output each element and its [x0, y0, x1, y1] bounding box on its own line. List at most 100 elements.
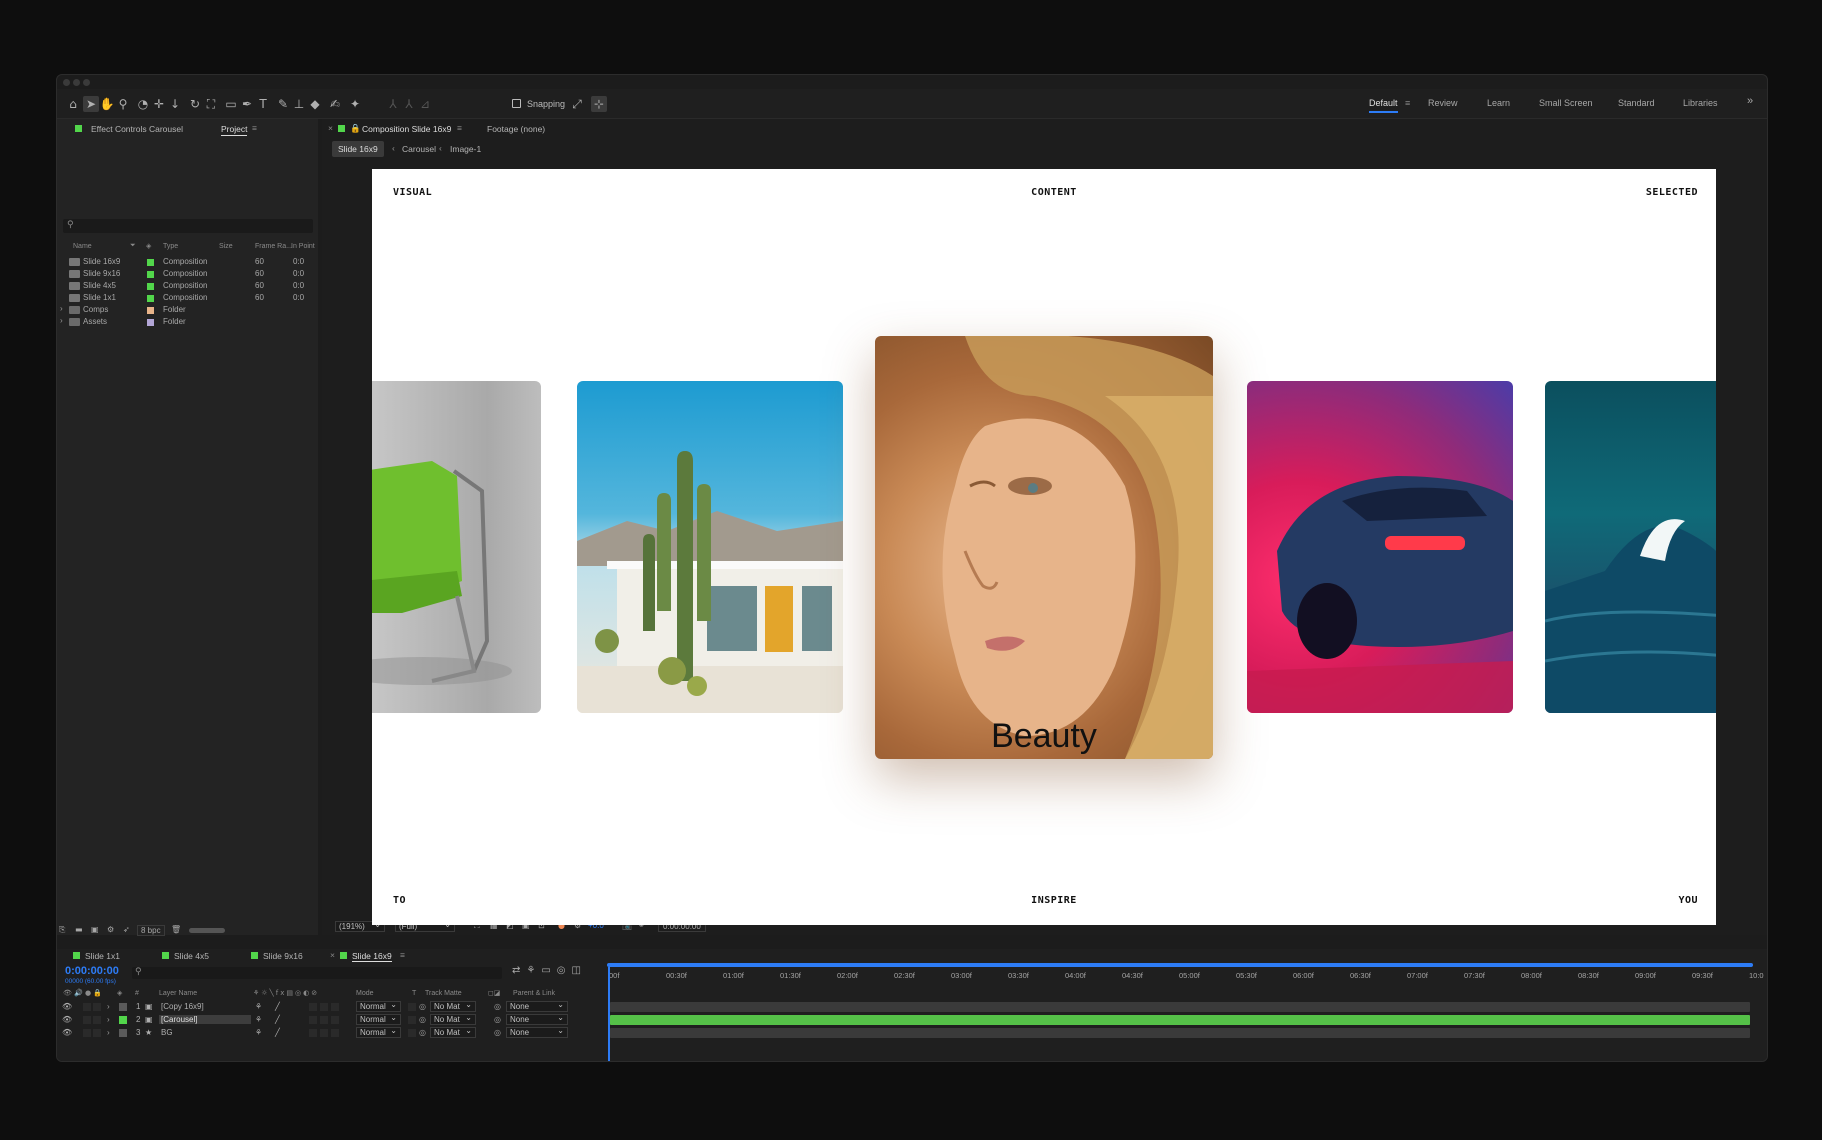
project-item[interactable]: Slide 16x9 Composition 60 0:0: [57, 256, 318, 268]
expand-layer-icon[interactable]: ›: [107, 1002, 110, 1011]
label-color-swatch[interactable]: [147, 319, 154, 326]
lock-icon[interactable]: 🔒: [350, 123, 361, 134]
motion-blur-toggle[interactable]: [309, 1003, 317, 1011]
breadcrumb-slide16x9[interactable]: Slide 16x9: [332, 141, 384, 157]
axis-local-icon[interactable]: ⅄: [385, 96, 401, 112]
carousel-card-cactus[interactable]: [577, 381, 843, 713]
matte-link-icon[interactable]: ◎: [419, 1002, 426, 1011]
bit-depth-button[interactable]: 8 bpc: [137, 925, 165, 936]
effect-controls-tab[interactable]: Effect Controls Carousel: [91, 124, 183, 134]
preserve-transparency-toggle[interactable]: [408, 1003, 416, 1011]
carousel-card-beauty[interactable]: [875, 336, 1213, 759]
adjust-settings-icon[interactable]: ⚙: [107, 925, 114, 934]
snapping-checkbox[interactable]: [512, 99, 521, 108]
thumbnail-size-slider[interactable]: [189, 928, 225, 933]
col-frame-rate[interactable]: Frame Ra...: [255, 243, 292, 250]
layer-name[interactable]: [Copy 16x9]: [159, 1002, 251, 1011]
adjustment-toggle[interactable]: [320, 1029, 328, 1037]
timeline-tab[interactable]: Slide 9x16: [263, 951, 303, 961]
puppet-pin-icon[interactable]: ✦: [347, 96, 363, 112]
carousel-card-wave[interactable]: [1545, 381, 1716, 713]
pan-behind-icon[interactable]: ⛶: [203, 96, 219, 112]
rectangle-tool-icon[interactable]: ▭: [223, 96, 239, 112]
motion-blur-toggle[interactable]: [309, 1029, 317, 1037]
timeline-tab[interactable]: Slide 4x5: [174, 951, 209, 961]
carousel-card-chair[interactable]: [372, 381, 541, 713]
current-time[interactable]: 0:00:00:00: [65, 965, 119, 977]
layer-name-header[interactable]: Layer Name: [159, 990, 197, 997]
parent-pickwhip-icon[interactable]: ◎: [494, 1015, 501, 1024]
timeline-layer-row[interactable]: 👁 › 3 ★ BG ⚘ ╱ Normal ◎ No Mat ◎ None: [57, 1026, 1767, 1039]
col-type[interactable]: Type: [163, 243, 178, 250]
workspace-review[interactable]: Review: [1428, 98, 1458, 108]
visibility-eye-icon[interactable]: 👁: [62, 1002, 72, 1011]
breadcrumb-carousel[interactable]: Carousel: [402, 144, 436, 154]
visibility-eye-icon[interactable]: 👁: [62, 1015, 72, 1024]
close-timeline-tab-icon[interactable]: ×: [330, 950, 335, 960]
snap-grid-icon[interactable]: ⊹: [591, 96, 607, 112]
hand-tool-icon[interactable]: ✋: [99, 96, 115, 112]
pen-tool-icon[interactable]: ✒: [239, 96, 255, 112]
solo-toggle[interactable]: [93, 1003, 101, 1011]
collapse-switch-icon[interactable]: ⚘: [255, 1015, 262, 1024]
parent-link-header[interactable]: Parent & Link: [513, 990, 555, 997]
brush-tool-icon[interactable]: ✎: [275, 96, 291, 112]
collapse-switch-icon[interactable]: ⚘: [255, 1028, 262, 1037]
timeline-tab[interactable]: Slide 16x9: [352, 951, 392, 962]
project-item[interactable]: › Assets Folder: [57, 316, 318, 328]
type-tool-icon[interactable]: T: [255, 96, 271, 112]
project-search-input[interactable]: ⚲: [63, 219, 313, 233]
quality-switch-icon[interactable]: ╱: [275, 1002, 280, 1011]
track-matte-header[interactable]: Track Matte: [425, 990, 462, 997]
audio-toggle[interactable]: [83, 1029, 91, 1037]
window-close-dot[interactable]: [63, 79, 70, 86]
layer-name[interactable]: BG: [159, 1028, 251, 1037]
3d-toggle[interactable]: [331, 1029, 339, 1037]
rotation-tool-icon[interactable]: ↻: [187, 96, 203, 112]
layer-duration-bar[interactable]: [610, 1028, 1750, 1038]
layer-label-color[interactable]: [119, 1003, 127, 1011]
workspace-menu-icon[interactable]: ≡: [1405, 98, 1410, 108]
label-tag-icon[interactable]: ◈: [146, 242, 151, 250]
window-minimize-dot[interactable]: [73, 79, 80, 86]
label-color-swatch[interactable]: [147, 295, 154, 302]
new-comp-icon[interactable]: ▣: [91, 925, 99, 934]
axis-world-icon[interactable]: ⅄: [401, 96, 417, 112]
layer-duration-bar[interactable]: [610, 1002, 1750, 1012]
sort-chevron-icon[interactable]: ⏷: [130, 242, 136, 250]
matte-link-icon[interactable]: ◎: [419, 1015, 426, 1024]
layer-name[interactable]: [Carousel]: [159, 1015, 251, 1024]
selection-tool-icon[interactable]: ➤: [83, 96, 99, 112]
motion-blur-toggle[interactable]: [309, 1016, 317, 1024]
timeline-tab-menu-icon[interactable]: ≡: [400, 950, 405, 960]
visibility-eye-icon[interactable]: 👁: [62, 1028, 72, 1037]
parent-dropdown[interactable]: None: [506, 1026, 568, 1038]
workspace-default[interactable]: Default: [1369, 98, 1398, 113]
t-header[interactable]: T: [412, 990, 416, 997]
send-icon[interactable]: ➶: [123, 925, 130, 934]
label-color-swatch[interactable]: [147, 283, 154, 290]
dolly-camera-icon[interactable]: ↓: [167, 96, 183, 112]
carousel-card-car[interactable]: [1247, 381, 1513, 713]
quality-switch-icon[interactable]: ╱: [275, 1015, 280, 1024]
project-item[interactable]: Slide 1x1 Composition 60 0:0: [57, 292, 318, 304]
parent-dropdown[interactable]: None: [506, 1000, 568, 1012]
blend-mode-dropdown[interactable]: Normal: [356, 1026, 401, 1038]
close-comp-tab-icon[interactable]: ×: [328, 123, 333, 133]
project-item[interactable]: Slide 4x5 Composition 60 0:0: [57, 280, 318, 292]
parent-dropdown[interactable]: None: [506, 1013, 568, 1025]
timeline-search-input[interactable]: ⚲: [132, 967, 502, 979]
roto-brush-icon[interactable]: ✍: [327, 96, 343, 112]
eraser-tool-icon[interactable]: ◆: [307, 96, 323, 112]
label-color-swatch[interactable]: [147, 307, 154, 314]
3d-toggle[interactable]: [331, 1016, 339, 1024]
comp-tab-menu-icon[interactable]: ≡: [457, 123, 462, 133]
timeline-switches-icons[interactable]: ⇄⚘▭◎◫: [512, 965, 587, 976]
layer-duration-bar[interactable]: [610, 1015, 1750, 1025]
workspace-small-screen[interactable]: Small Screen: [1539, 98, 1593, 108]
preserve-transparency-toggle[interactable]: [408, 1029, 416, 1037]
expand-layer-icon[interactable]: ›: [107, 1015, 110, 1024]
more-workspaces-icon[interactable]: »: [1747, 95, 1753, 107]
layer-label-color[interactable]: [119, 1029, 127, 1037]
expand-layer-icon[interactable]: ›: [107, 1028, 110, 1037]
